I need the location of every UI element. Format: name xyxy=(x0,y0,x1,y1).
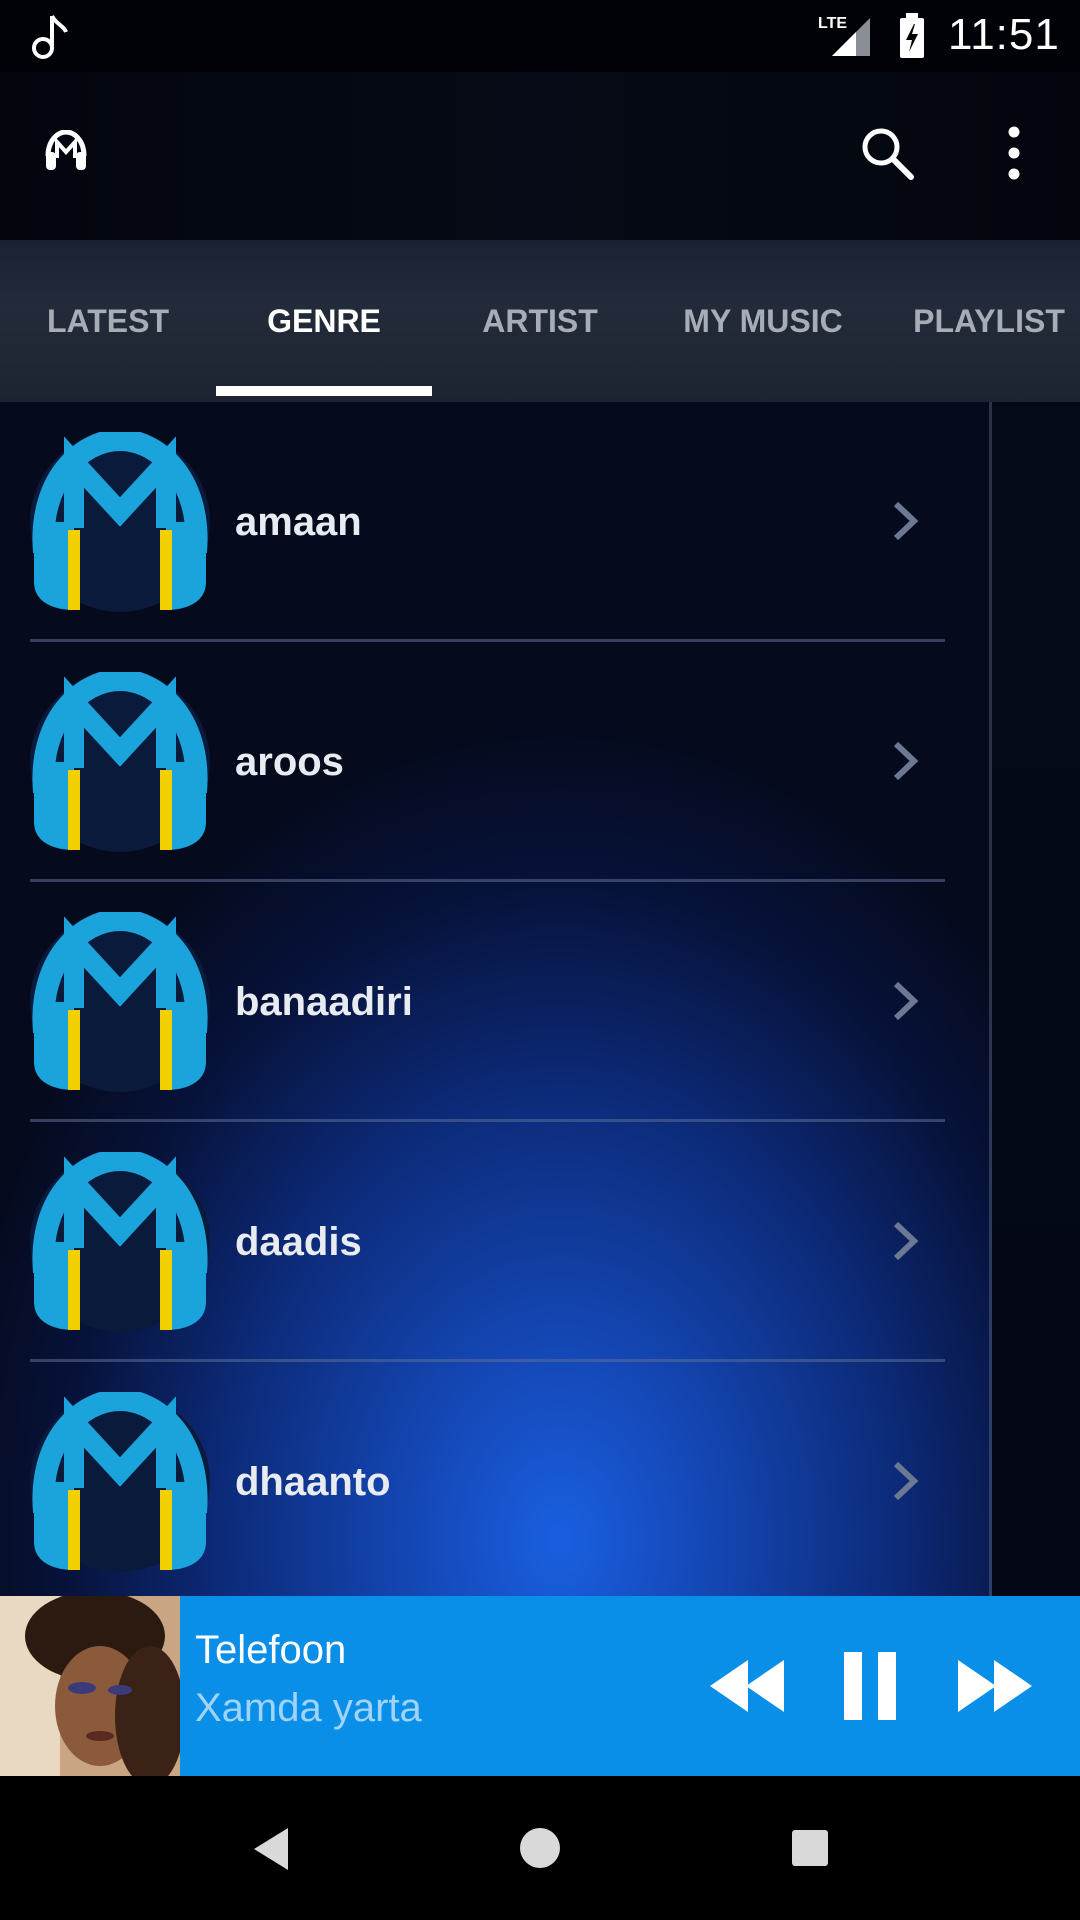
battery-charging-icon xyxy=(900,13,924,58)
app-bar xyxy=(0,72,1080,240)
rewind-icon[interactable] xyxy=(708,1656,788,1716)
genre-list[interactable]: amaan aroos banaadiri daadis dhaanto xyxy=(0,402,990,1596)
tab-latest[interactable]: LATEST xyxy=(0,240,216,402)
system-nav-bar xyxy=(0,1776,1080,1920)
svg-text:LTE: LTE xyxy=(818,15,847,32)
lte-signal-icon: LTE xyxy=(818,15,870,56)
headphones-m-logo-icon[interactable] xyxy=(44,130,88,172)
chevron-right-icon xyxy=(893,501,919,541)
recents-icon[interactable] xyxy=(791,1829,829,1867)
status-bar: LTE 11:51 xyxy=(0,0,1080,72)
list-item[interactable]: daadis xyxy=(0,1122,990,1362)
active-tab-indicator xyxy=(216,386,432,396)
home-icon[interactable] xyxy=(518,1826,562,1870)
tab-playlist[interactable]: PLAYLIST xyxy=(878,240,1080,402)
now-playing-title: Telefoon xyxy=(195,1628,347,1672)
chevron-right-icon xyxy=(893,981,919,1021)
genre-logo-icon xyxy=(30,912,210,1092)
list-item[interactable]: aroos xyxy=(0,642,990,882)
genre-label: daadis xyxy=(235,1219,362,1264)
genre-label: banaadiri xyxy=(235,979,413,1024)
now-playing-artist: Xamda yarta xyxy=(195,1686,422,1730)
list-item[interactable]: banaadiri xyxy=(0,882,990,1122)
genre-logo-icon xyxy=(30,1392,210,1572)
album-art-image xyxy=(0,1596,180,1776)
mini-player[interactable]: Telefoon Xamda yarta xyxy=(0,1596,1080,1776)
tab-genre[interactable]: GENRE xyxy=(216,240,432,402)
search-icon[interactable] xyxy=(858,124,916,182)
tab-bar: LATEST GENRE ARTIST MY MUSIC PLAYLIST xyxy=(0,240,1080,402)
back-icon[interactable] xyxy=(248,1824,294,1874)
tab-artist[interactable]: ARTIST xyxy=(432,240,648,402)
chevron-right-icon xyxy=(893,1221,919,1261)
genre-label: aroos xyxy=(235,739,344,784)
genre-label: dhaanto xyxy=(235,1459,391,1504)
genre-label: amaan xyxy=(235,499,362,544)
list-item[interactable]: dhaanto xyxy=(0,1362,990,1596)
list-item[interactable]: amaan xyxy=(0,402,990,642)
tab-my-music[interactable]: MY MUSIC xyxy=(648,240,878,402)
pause-icon[interactable] xyxy=(840,1650,900,1722)
genre-logo-icon xyxy=(30,672,210,852)
more-vert-icon[interactable] xyxy=(998,124,1030,182)
fast-forward-icon[interactable] xyxy=(954,1656,1034,1716)
screen: LTE 11:51 LATEST GENRE ARTIST MY MUSIC P… xyxy=(0,0,1080,1920)
chevron-right-icon xyxy=(893,1461,919,1501)
chevron-right-icon xyxy=(893,741,919,781)
music-note-icon xyxy=(32,14,68,59)
genre-logo-icon xyxy=(30,432,210,612)
status-time: 11:51 xyxy=(948,10,1060,59)
album-art[interactable] xyxy=(0,1596,180,1776)
list-side-panel xyxy=(992,402,1080,1596)
genre-logo-icon xyxy=(30,1152,210,1332)
